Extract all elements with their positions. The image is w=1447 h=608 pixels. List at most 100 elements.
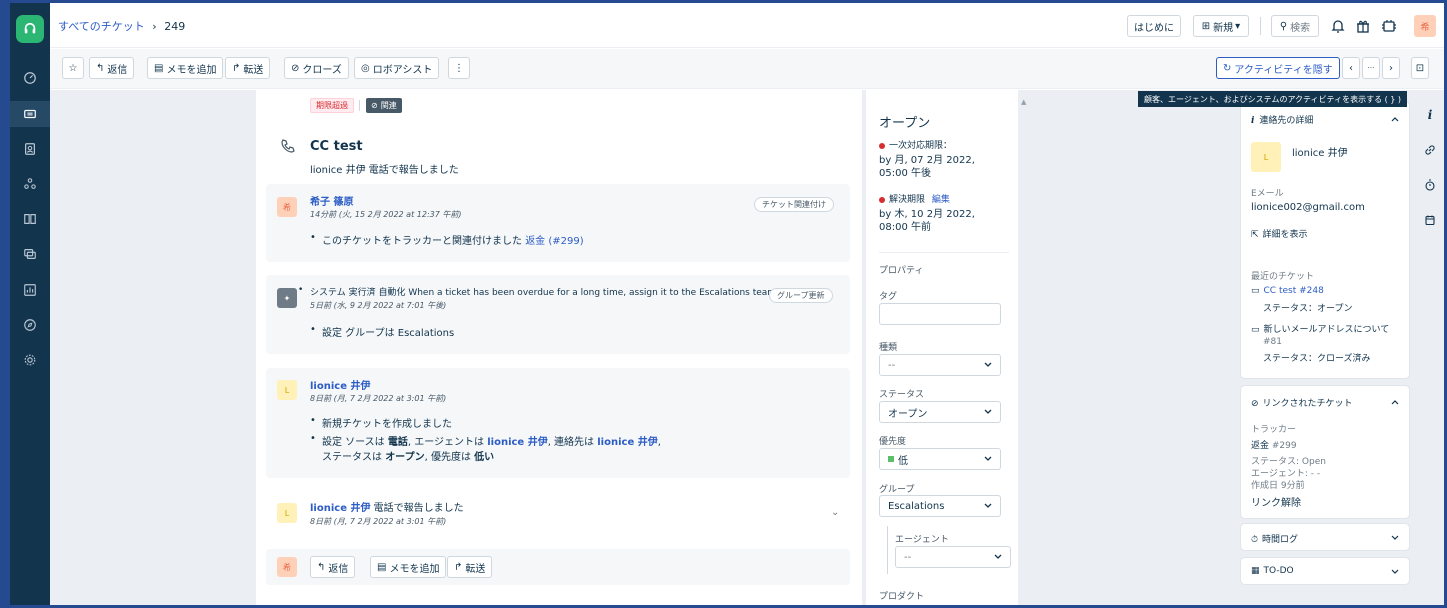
chevron-down-icon[interactable]	[1391, 534, 1399, 542]
nav-tickets[interactable]	[10, 101, 50, 127]
system-gear-icon: ✦	[277, 288, 297, 308]
nav-forums[interactable]	[10, 241, 50, 267]
new-button[interactable]: ⊞ 新規 ▾	[1193, 15, 1249, 37]
tag-input[interactable]	[879, 303, 1001, 325]
link-icon: ⊘	[1251, 399, 1259, 409]
search-button[interactable]: ⚲ 検索	[1271, 15, 1319, 37]
show-details-link[interactable]: ⇱ 詳細を表示	[1251, 227, 1308, 240]
reply-bar-forward-button[interactable]: ↱ 転送	[447, 556, 493, 578]
nav-groups[interactable]	[10, 171, 50, 197]
conversation-pane: 期限超過 ⊘ 関連 CC test lionice 井伊 電話で報告しました 希 …	[256, 90, 862, 605]
recent-ticket-status: ステータス：クローズ済み	[1263, 354, 1371, 364]
forward-button[interactable]: ↱ 転送	[225, 57, 271, 79]
activity-collapsed[interactable]: L lionice 井伊 電話で報告しました 8日前 (月, 7 2月 2022…	[266, 490, 850, 534]
nav-reports[interactable]	[10, 277, 50, 303]
contact-link[interactable]: lionice 井伊	[597, 437, 657, 448]
time-log-card[interactable]: ⏱ 時間ログ	[1240, 523, 1410, 551]
activity-author[interactable]: lionice 井伊	[310, 503, 370, 514]
recent-ticket-title[interactable]: CC test	[1264, 286, 1297, 296]
tracker-name: 返金	[1251, 441, 1270, 451]
add-note-label: メモを追加	[166, 64, 217, 76]
chevron-up-icon[interactable]	[1391, 398, 1399, 406]
gift-icon[interactable]	[1352, 15, 1374, 37]
hide-activity-tooltip: 顧客、エージェント、およびシステムのアクティビティを表示する ( } )	[1138, 91, 1408, 107]
app-logo[interactable]	[16, 15, 44, 43]
note-icon: ▤	[154, 62, 164, 74]
chevron-up-icon[interactable]	[1391, 115, 1399, 123]
close-ticket-button[interactable]: ⊘ クローズ	[284, 57, 349, 79]
status-select[interactable]: オープン	[879, 401, 1001, 423]
next-ticket-button[interactable]: ›	[1382, 57, 1400, 79]
nav-contacts[interactable]	[10, 136, 50, 162]
right-sidebar: i 連絡先の詳細 L lionice 井伊 Eメール lionice002@gma…	[1240, 90, 1410, 605]
hide-activity-button[interactable]: ↻ アクティビティを隠す	[1216, 57, 1340, 79]
recent-ticket-item[interactable]: ▭ 新しいメールアドレスについて	[1251, 322, 1389, 335]
scroll-up-icon[interactable]: ▲	[1021, 98, 1026, 106]
favorite-star-button[interactable]: ☆	[62, 57, 84, 79]
activity-bullet-continued: ステータスは オープン, 優先度は 低い	[322, 448, 494, 463]
scrollbar[interactable]: ▲	[1018, 90, 1032, 605]
expand-chevron-icon[interactable]: ⌄	[831, 507, 839, 518]
agent-select[interactable]: --	[895, 546, 1011, 568]
agent-link[interactable]: lionice 井伊	[487, 437, 547, 448]
breadcrumb-all-tickets[interactable]: すべてのチケット	[58, 20, 145, 33]
activity-suffix: 電話で報告しました	[373, 503, 464, 514]
nav-admin[interactable]	[10, 347, 50, 373]
calendar-icon[interactable]	[1422, 212, 1438, 228]
bullet-text: , 優先度は	[424, 452, 471, 463]
chevron-down-icon[interactable]	[1391, 568, 1399, 576]
nav-discover[interactable]	[10, 312, 50, 338]
show-details-label: 詳細を表示	[1262, 230, 1308, 240]
ticket-toolbar: ☆ ↰ 返信 ▤ メモを追加 ↱ 転送 ⊘ クローズ ◎ ロボアシスト ⋮ ↻ アクティビテ…	[50, 49, 1444, 89]
resolution-text: 解決期限	[889, 195, 926, 205]
tracker-link[interactable]: 返金 (#299)	[525, 236, 583, 247]
ticket-icon: ▭	[1251, 286, 1260, 296]
contact-card-header[interactable]: i 連絡先の詳細	[1251, 113, 1313, 126]
stopwatch-icon[interactable]	[1422, 177, 1438, 193]
reply-bar-reply-button[interactable]: ↰ 返信	[310, 556, 356, 578]
ticket-list-button[interactable]: ···	[1362, 57, 1380, 79]
reply-bar-note-button[interactable]: ▤ メモを追加	[370, 556, 447, 578]
group-select[interactable]: Escalations	[879, 495, 1001, 517]
breadcrumb: すべてのチケット › 249	[58, 18, 185, 34]
link-icon[interactable]	[1422, 142, 1438, 158]
todo-card[interactable]: ▦ TO-DO	[1240, 557, 1410, 585]
apps-menu-icon[interactable]	[1378, 15, 1400, 37]
user-avatar[interactable]: 希	[1414, 15, 1436, 37]
left-nav	[10, 3, 50, 605]
activity-author[interactable]: lionice 井伊	[310, 377, 370, 392]
agent-value: --	[904, 551, 912, 563]
chevron-down-icon	[994, 554, 1002, 559]
reply-button[interactable]: ↰ 返信	[89, 57, 135, 79]
info-icon[interactable]: i	[1422, 107, 1438, 123]
notification-bell-icon[interactable]	[1327, 15, 1349, 37]
prev-ticket-button[interactable]: ‹	[1342, 57, 1360, 79]
robo-assist-button[interactable]: ◎ ロボアシスト	[354, 57, 440, 79]
recent-ticket-id: #81	[1263, 337, 1282, 347]
priority-label: 優先度	[879, 437, 907, 447]
contact-name-link[interactable]: lionice 井伊	[1292, 144, 1348, 159]
toggle-sidebar-button[interactable]: ⊡	[1411, 57, 1429, 79]
activity-icon: ↻	[1223, 62, 1232, 74]
app-window: すべてのチケット › 249 はじめに ⊞ 新規 ▾ ⚲ 検索 希 ☆ ↰ 返信 …	[0, 0, 1447, 608]
unlink-button[interactable]: リンク解除	[1251, 494, 1301, 509]
tracker-title[interactable]: 返金 #299	[1251, 438, 1297, 451]
priority-select[interactable]: 低	[879, 448, 1001, 470]
add-note-button[interactable]: ▤ メモを追加	[147, 57, 224, 79]
reply-icon: ↰	[317, 561, 326, 573]
external-link-icon: ⇱	[1251, 230, 1259, 240]
linked-card-header[interactable]: ⊘ リンクされたチケット	[1251, 396, 1353, 409]
recent-ticket-item[interactable]: ▭ CC test #248	[1251, 286, 1324, 296]
activity-card: ✦ システム 実行済 自動化 When a ticket has been ov…	[266, 275, 850, 354]
related-tag[interactable]: ⊘ 関連	[366, 98, 402, 113]
more-actions-button[interactable]: ⋮	[448, 57, 470, 79]
start-button[interactable]: はじめに	[1127, 15, 1181, 37]
nav-knowledge[interactable]	[10, 206, 50, 232]
chevron-down-icon	[984, 456, 992, 461]
nav-dashboard[interactable]	[10, 65, 50, 91]
first-response-text: 一次対応期限：	[889, 141, 953, 151]
activity-author[interactable]: 希子 篠原	[310, 193, 353, 208]
resolution-edit-link[interactable]: 編集	[932, 195, 950, 205]
type-select[interactable]: --	[879, 354, 1001, 376]
recent-ticket-title[interactable]: 新しいメールアドレスについて	[1264, 325, 1390, 335]
